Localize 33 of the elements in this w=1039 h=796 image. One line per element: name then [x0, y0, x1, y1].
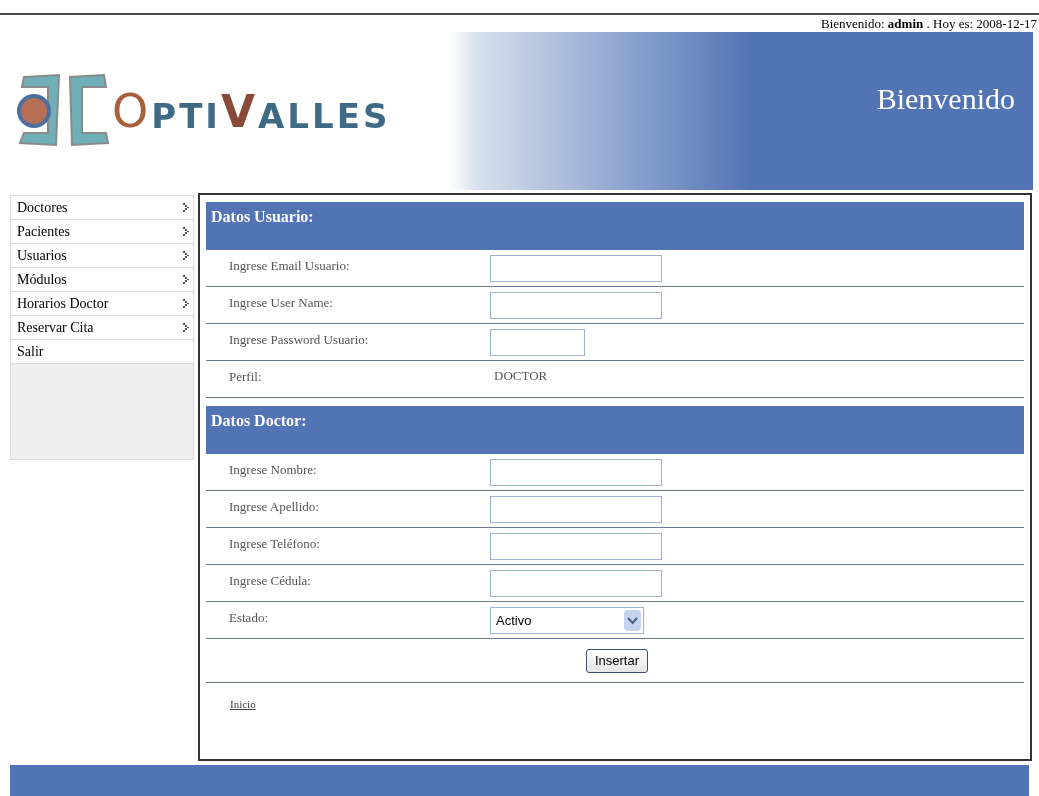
input-field[interactable]	[490, 570, 662, 597]
status-dropdown[interactable]: Activo	[490, 607, 644, 634]
insert-button[interactable]: Insertar	[585, 648, 649, 673]
field-label: Ingrese Nombre:	[228, 461, 318, 479]
field-label: Ingrese Apellido:	[228, 498, 320, 516]
input-field[interactable]	[490, 255, 662, 282]
menu-item[interactable]: Usuarios	[11, 244, 193, 268]
menu-item[interactable]: Pacientes	[11, 220, 193, 244]
home-link[interactable]: Inicio	[230, 698, 256, 710]
input-field[interactable]	[490, 459, 662, 486]
field-label: Ingrese Email Usuario:	[228, 257, 351, 275]
menu-item[interactable]: Reservar Cita	[11, 316, 193, 340]
menu-item[interactable]: Horarios Doctor	[11, 292, 193, 316]
menu-item[interactable]: Salir	[11, 340, 193, 364]
section-header: Datos Usuario:	[206, 202, 1024, 250]
profile-value: DOCTOR	[493, 367, 548, 385]
input-field[interactable]	[490, 292, 662, 319]
banner-title: Bienvenido	[876, 82, 1015, 116]
chevron-down-icon	[624, 610, 641, 631]
menu-item[interactable]: Doctores	[11, 196, 193, 220]
logo-text: O PTIVALLES	[112, 88, 391, 134]
field-label: Ingrese Cédula:	[228, 572, 312, 590]
password-field[interactable]	[490, 329, 585, 356]
field-label: Ingrese Teléfono:	[228, 535, 321, 553]
field-label: Ingrese User Name:	[228, 294, 334, 312]
field-label: Estado:	[228, 609, 269, 627]
field-label: Ingrese Password Usuario:	[228, 331, 370, 349]
input-field[interactable]	[490, 496, 662, 523]
field-label: Perfil:	[228, 368, 263, 386]
welcome-text: Bienvenido: admin . Hoy es: 2008-12-17	[821, 15, 1037, 32]
menu-item[interactable]: Módulos	[11, 268, 193, 292]
section-header: Datos Doctor:	[206, 406, 1024, 454]
input-field[interactable]	[490, 533, 662, 560]
